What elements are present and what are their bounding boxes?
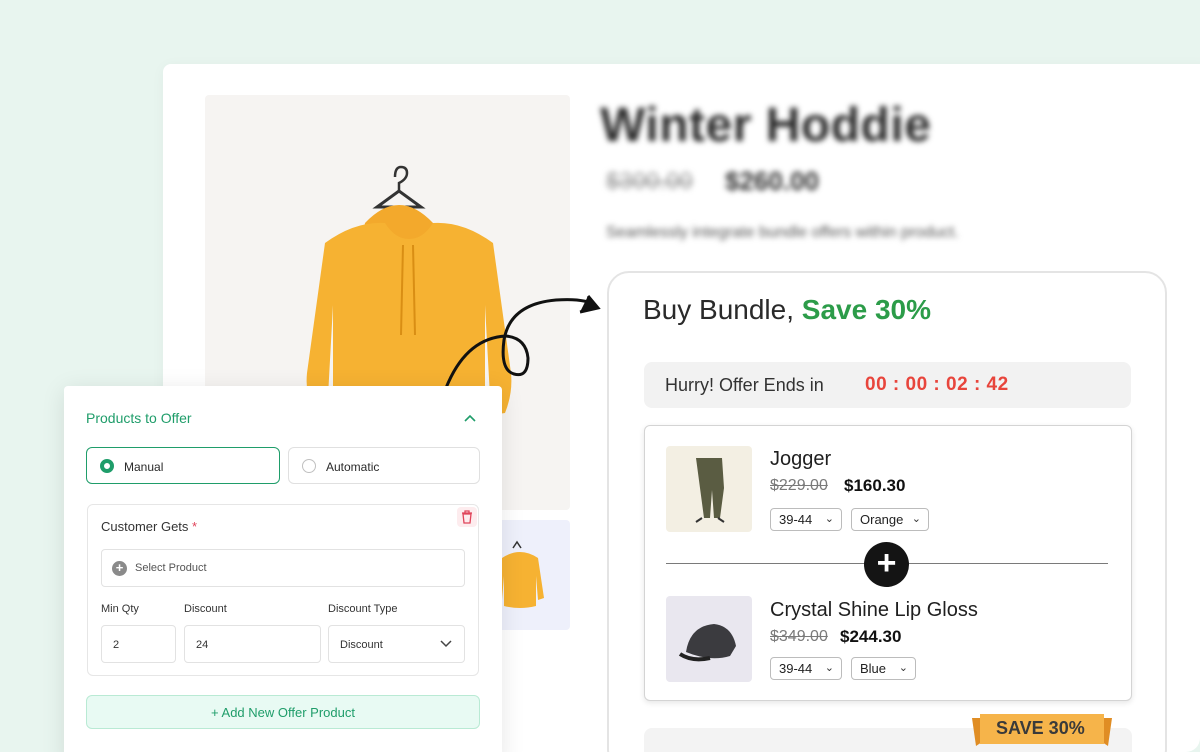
cap-image[interactable] — [666, 596, 752, 682]
item-2-size-value: 39-44 — [779, 661, 813, 676]
discount-type-select[interactable]: Discount — [328, 625, 465, 663]
min-qty-input[interactable]: 2 — [101, 625, 176, 663]
product-description: Seamlessly integrate bundle offers withi… — [606, 224, 959, 241]
product-title: Winter Hoddie — [600, 99, 932, 152]
curly-arrow-icon — [444, 295, 601, 389]
plus-icon: + — [864, 542, 909, 587]
chevron-down-icon: ⌄ — [898, 662, 908, 674]
offer-timer-countdown: 00 : 00 : 02 : 42 — [865, 374, 1009, 395]
discount-type-value: Discount — [340, 639, 383, 651]
min-qty-label: Min Qty — [101, 603, 139, 615]
required-mark: * — [192, 519, 198, 534]
product-old-price: $300.00 — [606, 168, 693, 195]
item-1-size-select[interactable]: 39-44 ⌄ — [770, 508, 842, 531]
manual-radio-option[interactable]: Manual — [86, 447, 280, 484]
chevron-down-icon — [440, 640, 452, 648]
offer-timer-label: Hurry! Offer Ends in — [665, 375, 824, 395]
add-circle-icon: + — [112, 561, 127, 576]
item-1-color-value: Orange — [860, 512, 904, 527]
discount-input[interactable]: 24 — [184, 625, 321, 663]
trash-icon — [462, 510, 472, 524]
chevron-down-icon: ⌄ — [824, 513, 834, 525]
item-2-size-select[interactable]: 39-44 ⌄ — [770, 657, 842, 680]
canvas: Winter Hoddie $300.00 $260.00 Seamlessly… — [0, 0, 1200, 752]
radio-unselected-icon — [302, 459, 316, 473]
discount-type-label: Discount Type — [328, 603, 398, 615]
customer-gets-text: Customer Gets — [101, 519, 189, 534]
jogger-icon — [695, 458, 725, 523]
select-product-placeholder: Select Product — [135, 562, 207, 574]
item-1-size-value: 39-44 — [779, 512, 813, 527]
customer-gets-label: Customer Gets * — [101, 519, 197, 534]
item-1-name[interactable]: Jogger — [770, 448, 831, 471]
chevron-down-icon: ⌄ — [911, 513, 921, 525]
select-product-field[interactable]: + Select Product — [101, 549, 465, 587]
item-2-name[interactable]: Crystal Shine Lip Gloss — [770, 599, 978, 622]
jogger-image[interactable] — [666, 446, 752, 532]
item-1-old-price: $229.00 — [770, 477, 828, 494]
radio-selected-icon — [100, 459, 114, 473]
add-new-offer-product-button[interactable]: + Add New Offer Product — [86, 695, 480, 729]
item-2-color-value: Blue — [860, 661, 887, 676]
chevron-down-icon: ⌄ — [824, 662, 834, 674]
automatic-label: Automatic — [326, 460, 380, 474]
save-ribbon-text: SAVE 30% — [996, 718, 1085, 738]
item-2-color-select[interactable]: Blue ⌄ — [851, 657, 916, 680]
products-to-offer-heading[interactable]: Products to Offer — [86, 410, 192, 426]
chevron-up-icon[interactable] — [462, 410, 478, 426]
bundle-title-save: Save 30% — [801, 294, 931, 325]
bundle-title: Buy Bundle, Save 30% — [643, 294, 931, 326]
automatic-radio-option[interactable]: Automatic — [288, 447, 480, 484]
item-2-new-price: $244.30 — [840, 627, 902, 646]
bundle-title-prefix: Buy Bundle, — [643, 294, 794, 325]
manual-label: Manual — [124, 460, 164, 474]
item-2-old-price: $349.00 — [770, 628, 828, 645]
item-1-color-select[interactable]: Orange ⌄ — [851, 508, 929, 531]
product-new-price: $260.00 — [725, 166, 819, 196]
item-1-new-price: $160.30 — [844, 476, 906, 495]
delete-button[interactable] — [457, 507, 477, 527]
discount-label: Discount — [184, 603, 227, 615]
cap-icon — [678, 624, 736, 662]
